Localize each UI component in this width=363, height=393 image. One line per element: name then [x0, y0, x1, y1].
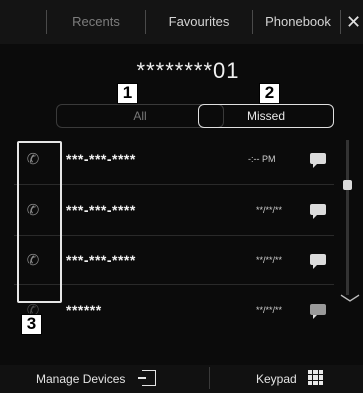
- tab-divider: [46, 10, 47, 34]
- chevron-down-icon[interactable]: ﹀: [340, 295, 362, 315]
- scrollbar-track[interactable]: [346, 140, 349, 295]
- tab-favourites[interactable]: Favourites: [150, 8, 248, 36]
- callout-3: 3: [21, 314, 42, 335]
- keypad-button[interactable]: Keypad: [256, 372, 297, 386]
- close-icon[interactable]: ✕: [346, 8, 363, 36]
- manage-devices-button[interactable]: Manage Devices: [36, 372, 125, 386]
- call-row[interactable]: [14, 285, 334, 335]
- scrollbar-thumb[interactable]: [343, 180, 352, 190]
- tab-divider: [340, 10, 341, 34]
- phone-number-header: ********01: [136, 58, 240, 83]
- call-number: ***-***-****: [66, 202, 136, 218]
- call-time: **/**/**: [256, 255, 283, 265]
- tab-divider: [145, 10, 146, 34]
- call-time: -:-- PM: [248, 154, 276, 164]
- message-icon[interactable]: [310, 254, 326, 269]
- call-number: ******: [66, 302, 102, 318]
- call-time: **/**/**: [256, 305, 283, 315]
- callout-2: 2: [259, 83, 280, 104]
- tab-phonebook[interactable]: Phonebook: [256, 8, 340, 36]
- message-icon[interactable]: [310, 304, 326, 319]
- call-type-highlight-box: [17, 141, 62, 303]
- call-row[interactable]: [14, 236, 334, 286]
- callout-1: 1: [117, 83, 138, 104]
- call-time: **/**/**: [256, 205, 283, 215]
- tab-recents[interactable]: Recents: [52, 8, 140, 36]
- keypad-grid-icon: [308, 370, 323, 385]
- call-row[interactable]: [14, 185, 334, 235]
- call-row[interactable]: [14, 134, 334, 184]
- message-icon[interactable]: [310, 153, 326, 168]
- call-number: ***-***-****: [66, 252, 136, 268]
- bottom-divider: [209, 367, 210, 389]
- filter-missed-button[interactable]: Missed: [198, 104, 334, 128]
- devices-icon: [138, 370, 156, 386]
- tab-divider: [252, 10, 253, 34]
- message-icon[interactable]: [310, 204, 326, 219]
- call-number: ***-***-****: [66, 151, 136, 167]
